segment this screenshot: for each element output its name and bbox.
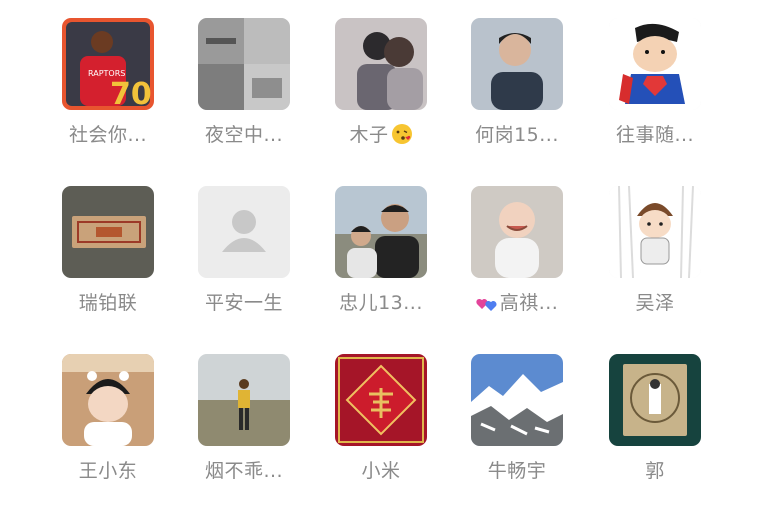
green-stamp-avatar[interactable]	[609, 354, 701, 446]
member-tile-6[interactable]: 瑞铂联	[38, 186, 178, 346]
basketball-player-avatar[interactable]: RAPTORS 70	[62, 18, 154, 110]
member-tile-5[interactable]: 往事随...	[585, 18, 725, 178]
member-name: 社会你...	[68, 124, 148, 146]
member-name: 忠儿13...	[339, 292, 423, 314]
member-tile-8[interactable]: 忠儿13...	[311, 186, 451, 346]
cartoon-superman-avatar[interactable]	[609, 18, 701, 110]
kiss-emoji-icon	[391, 123, 413, 145]
banknote-avatar[interactable]	[62, 186, 154, 278]
member-tile-7[interactable]: 平安一生	[174, 186, 314, 346]
baby-photo-avatar[interactable]	[471, 186, 563, 278]
member-tile-2[interactable]: 夜空中...	[174, 18, 314, 178]
member-tile-4[interactable]: 何岗15...	[447, 18, 587, 178]
member-tile-13[interactable]: 小米	[311, 354, 451, 514]
member-name: 往事随...	[615, 124, 695, 146]
member-name: 小米	[361, 460, 401, 482]
member-name: 烟不乖...	[204, 460, 284, 482]
member-name: 木子	[349, 120, 412, 147]
member-name: 平安一生	[204, 292, 283, 314]
cartoon-boy-avatar[interactable]	[609, 186, 701, 278]
member-tile-11[interactable]: 王小东	[38, 354, 178, 514]
member-name: 郭	[645, 460, 665, 482]
member-name: 瑞铂联	[78, 292, 138, 314]
boy-portrait-avatar[interactable]	[471, 18, 563, 110]
child-portrait-avatar[interactable]	[62, 354, 154, 446]
member-name: 何岗15...	[475, 124, 559, 146]
member-grid: RAPTORS 70 社会你... 夜空中... 木子 何岗15... 往事随.…	[0, 0, 763, 500]
couple-photo-avatar[interactable]	[335, 18, 427, 110]
member-tile-3[interactable]: 木子	[311, 18, 451, 178]
couple-outdoor-avatar[interactable]	[335, 186, 427, 278]
street-photo-collage-avatar[interactable]	[198, 18, 290, 110]
member-name: 高祺...	[476, 288, 559, 315]
member-name: 王小东	[78, 460, 138, 482]
field-figure-avatar[interactable]	[198, 354, 290, 446]
svg-text:70: 70	[110, 77, 152, 110]
member-tile-1[interactable]: RAPTORS 70 社会你...	[38, 18, 178, 178]
red-fu-decoration-avatar[interactable]	[335, 354, 427, 446]
snow-mountain-avatar[interactable]	[471, 354, 563, 446]
member-tile-10[interactable]: 吴泽	[585, 186, 725, 346]
member-tile-15[interactable]: 郭	[585, 354, 725, 514]
default-user-avatar[interactable]	[198, 186, 290, 278]
member-name: 牛畅宇	[487, 460, 547, 482]
member-tile-9[interactable]: 高祺...	[447, 186, 587, 346]
member-tile-12[interactable]: 烟不乖...	[174, 354, 314, 514]
member-tile-14[interactable]: 牛畅宇	[447, 354, 587, 514]
member-name: 吴泽	[635, 292, 675, 314]
hearts-emoji-icon	[476, 291, 498, 313]
member-name: 夜空中...	[204, 124, 284, 146]
